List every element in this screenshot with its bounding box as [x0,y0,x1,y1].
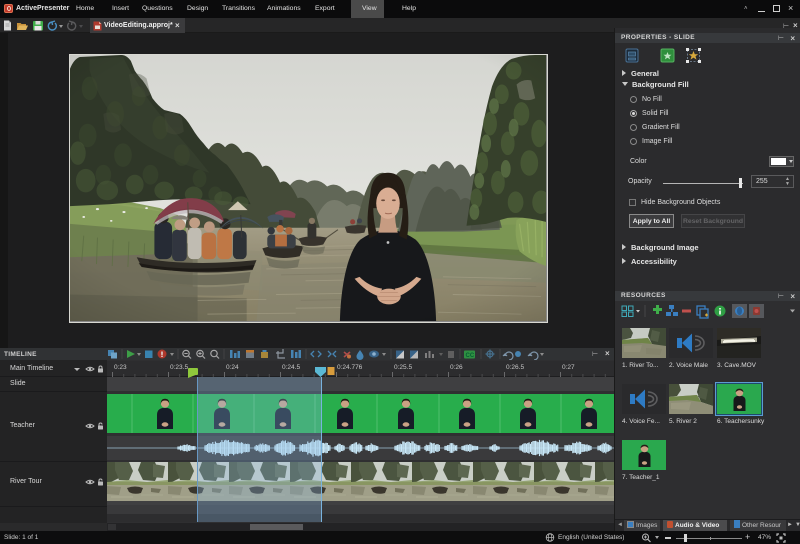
svg-text:0:24: 0:24 [226,364,239,371]
svg-text:0:26.5: 0:26.5 [506,364,524,371]
svg-text:0:23: 0:23 [114,364,127,371]
svg-text:0:27: 0:27 [562,364,575,371]
svg-text:0:24.776: 0:24.776 [337,364,363,371]
svg-text:0:26: 0:26 [450,364,463,371]
svg-text:0:25.5: 0:25.5 [394,364,412,371]
svg-text:0:24.5: 0:24.5 [282,364,300,371]
svg-text:CC: CC [466,353,475,359]
svg-text:0:23.5: 0:23.5 [170,364,188,371]
